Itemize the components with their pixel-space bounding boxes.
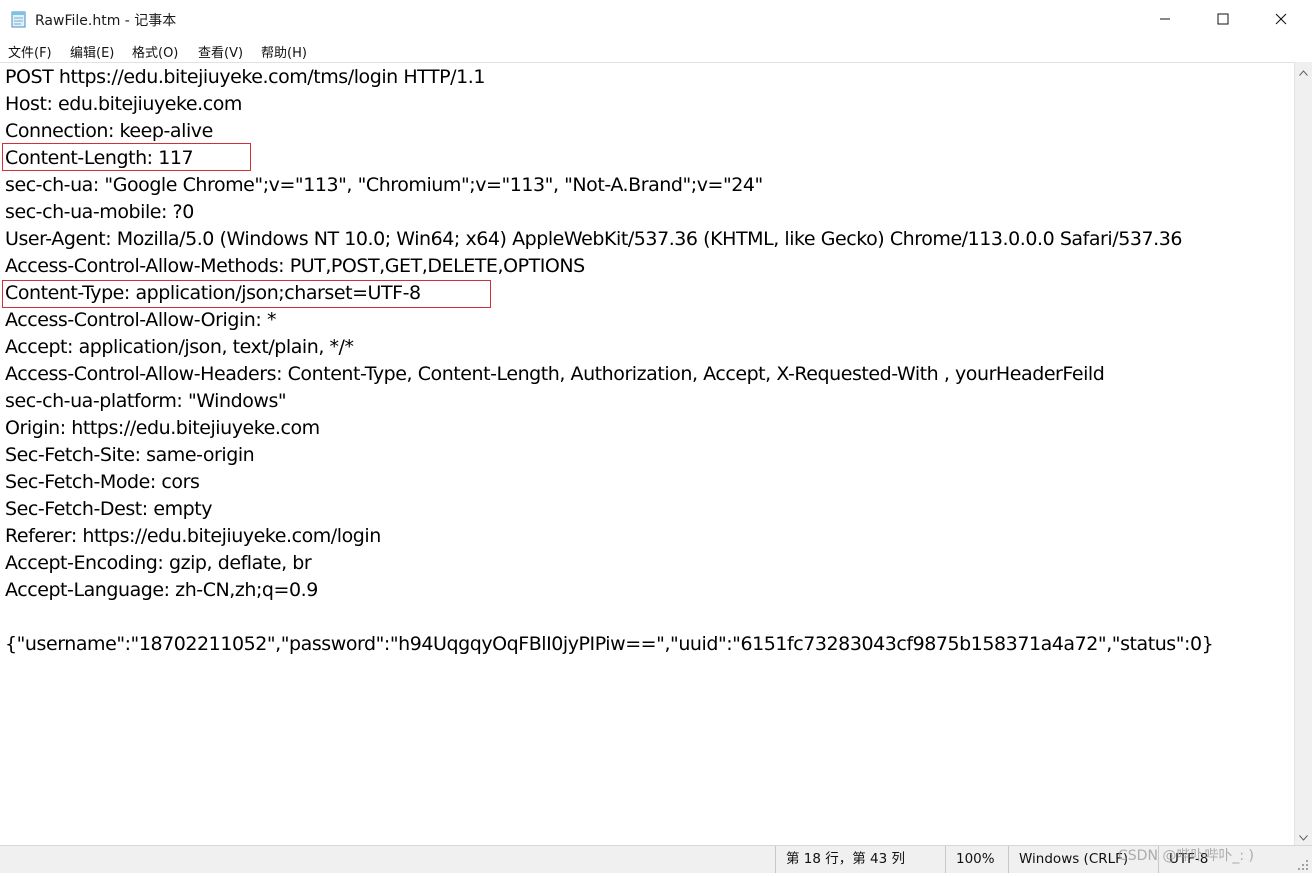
text-line: Sec-Fetch-Mode: cors bbox=[5, 471, 200, 493]
text-line: sec-ch-ua: "Google Chrome";v="113", "Chr… bbox=[5, 174, 763, 196]
text-line: Accept-Language: zh-CN,zh;q=0.9 bbox=[5, 579, 318, 601]
menu-file[interactable]: 文件(F) bbox=[8, 42, 52, 61]
window-title: RawFile.htm - 记事本 bbox=[35, 13, 177, 29]
maximize-button[interactable] bbox=[1194, 0, 1252, 38]
scroll-down-button[interactable] bbox=[1295, 827, 1312, 844]
maximize-icon bbox=[1217, 10, 1229, 29]
text-line: Accept-Encoding: gzip, deflate, br bbox=[5, 552, 312, 574]
cursor-position: 第 18 行，第 43 列 bbox=[775, 846, 945, 873]
close-button[interactable] bbox=[1252, 0, 1310, 38]
text-editor[interactable]: POST https://edu.bitejiuyeke.com/tms/log… bbox=[0, 62, 1294, 845]
chevron-up-icon bbox=[1299, 61, 1308, 80]
text-line: sec-ch-ua-platform: "Windows" bbox=[5, 390, 287, 412]
vertical-scrollbar[interactable] bbox=[1294, 62, 1312, 845]
text-line: Sec-Fetch-Site: same-origin bbox=[5, 444, 255, 466]
menu-help[interactable]: 帮助(H) bbox=[261, 42, 307, 61]
status-bar: 第 18 行，第 43 列 100% Windows (CRLF) UTF-8 bbox=[0, 845, 1312, 873]
close-icon bbox=[1275, 10, 1287, 29]
text-line: Access-Control-Allow-Origin: * bbox=[5, 309, 276, 331]
text-line: sec-ch-ua-mobile: ?0 bbox=[5, 201, 194, 223]
scroll-up-button[interactable] bbox=[1295, 62, 1312, 79]
notepad-icon bbox=[11, 10, 27, 28]
minimize-icon bbox=[1159, 10, 1171, 29]
title-bar[interactable]: RawFile.htm - 记事本 bbox=[0, 0, 1312, 38]
highlight-content-length bbox=[2, 143, 251, 171]
text-line: {"username":"18702211052","password":"h9… bbox=[5, 633, 1214, 655]
text-line: Sec-Fetch-Dest: empty bbox=[5, 498, 213, 520]
text-line: Referer: https://edu.bitejiuyeke.com/log… bbox=[5, 525, 381, 547]
zoom-level: 100% bbox=[945, 846, 1008, 873]
text-line: Access-Control-Allow-Methods: PUT,POST,G… bbox=[5, 255, 585, 277]
text-line: Access-Control-Allow-Headers: Content-Ty… bbox=[5, 363, 1105, 385]
highlight-content-type bbox=[2, 280, 491, 308]
text-line: Host: edu.bitejiuyeke.com bbox=[5, 93, 242, 115]
text-line: Connection: keep-alive bbox=[5, 120, 213, 142]
menu-format[interactable]: 格式(O) bbox=[132, 42, 178, 61]
menu-edit[interactable]: 编辑(E) bbox=[70, 42, 114, 61]
text-line: Origin: https://edu.bitejiuyeke.com bbox=[5, 417, 320, 439]
menu-view[interactable]: 查看(V) bbox=[198, 42, 243, 61]
minimize-button[interactable] bbox=[1136, 0, 1194, 38]
watermark: CSDN @哔卟哔卟_: ) bbox=[1118, 848, 1254, 864]
text-line: User-Agent: Mozilla/5.0 (Windows NT 10.0… bbox=[5, 228, 1182, 250]
resize-grip-icon[interactable] bbox=[1296, 857, 1310, 871]
menu-bar: 文件(F) 编辑(E) 格式(O) 查看(V) 帮助(H) bbox=[0, 38, 1312, 62]
text-line: POST https://edu.bitejiuyeke.com/tms/log… bbox=[5, 66, 485, 88]
text-line: Accept: application/json, text/plain, */… bbox=[5, 336, 354, 358]
chevron-down-icon bbox=[1299, 826, 1308, 845]
